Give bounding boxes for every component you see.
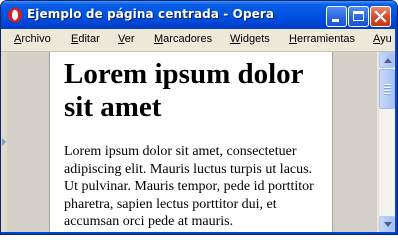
maximize-icon: [353, 11, 364, 21]
menu-bar: Archivo Editar Ver Marcadores Widgets He…: [1, 29, 397, 52]
page-heading: Lorem ipsum dolor sit amet: [64, 58, 304, 123]
minimize-button[interactable]: [326, 6, 347, 27]
scrollbar-thumb[interactable]: [379, 69, 395, 109]
grip-line: [384, 90, 391, 92]
close-button[interactable]: [370, 6, 391, 27]
grip-line: [384, 87, 391, 89]
scroll-down-button[interactable]: [379, 216, 395, 232]
menu-ayuda[interactable]: Ayu: [373, 33, 392, 45]
grip-line: [384, 93, 391, 95]
title-bar[interactable]: Ejemplo de página centrada - Opera: [1, 1, 397, 29]
page-margin-left: [7, 52, 49, 234]
page-paragraph: Lorem ipsum dolor sit amet, consectetuer…: [64, 144, 314, 229]
menu-archivo[interactable]: Archivo: [14, 33, 51, 45]
chevron-right-icon: [2, 138, 6, 146]
page-margin-right: [333, 52, 377, 234]
arrow-down-icon: [384, 222, 392, 227]
menu-widgets[interactable]: Widgets: [230, 33, 270, 45]
menu-marcadores[interactable]: Marcadores: [154, 33, 212, 45]
vertical-scrollbar[interactable]: [378, 52, 395, 232]
window-title: Ejemplo de página centrada - Opera: [27, 7, 275, 21]
window-frame-bottom: [1, 232, 397, 234]
close-icon: [374, 10, 387, 23]
menu-editar[interactable]: Editar: [71, 33, 100, 45]
minimize-icon: [332, 19, 339, 22]
grip-line: [384, 84, 391, 86]
scroll-up-button[interactable]: [379, 52, 395, 68]
centered-page: Lorem ipsum dolor sit amet Lorem ipsum d…: [49, 52, 333, 234]
arrow-up-icon: [384, 58, 392, 63]
menu-ver[interactable]: Ver: [118, 33, 135, 45]
menu-herramientas[interactable]: Herramientas: [289, 33, 355, 45]
maximize-button[interactable]: [348, 6, 369, 27]
opera-icon[interactable]: [7, 7, 23, 23]
browser-window: Ejemplo de página centrada - Opera Archi…: [0, 0, 398, 235]
